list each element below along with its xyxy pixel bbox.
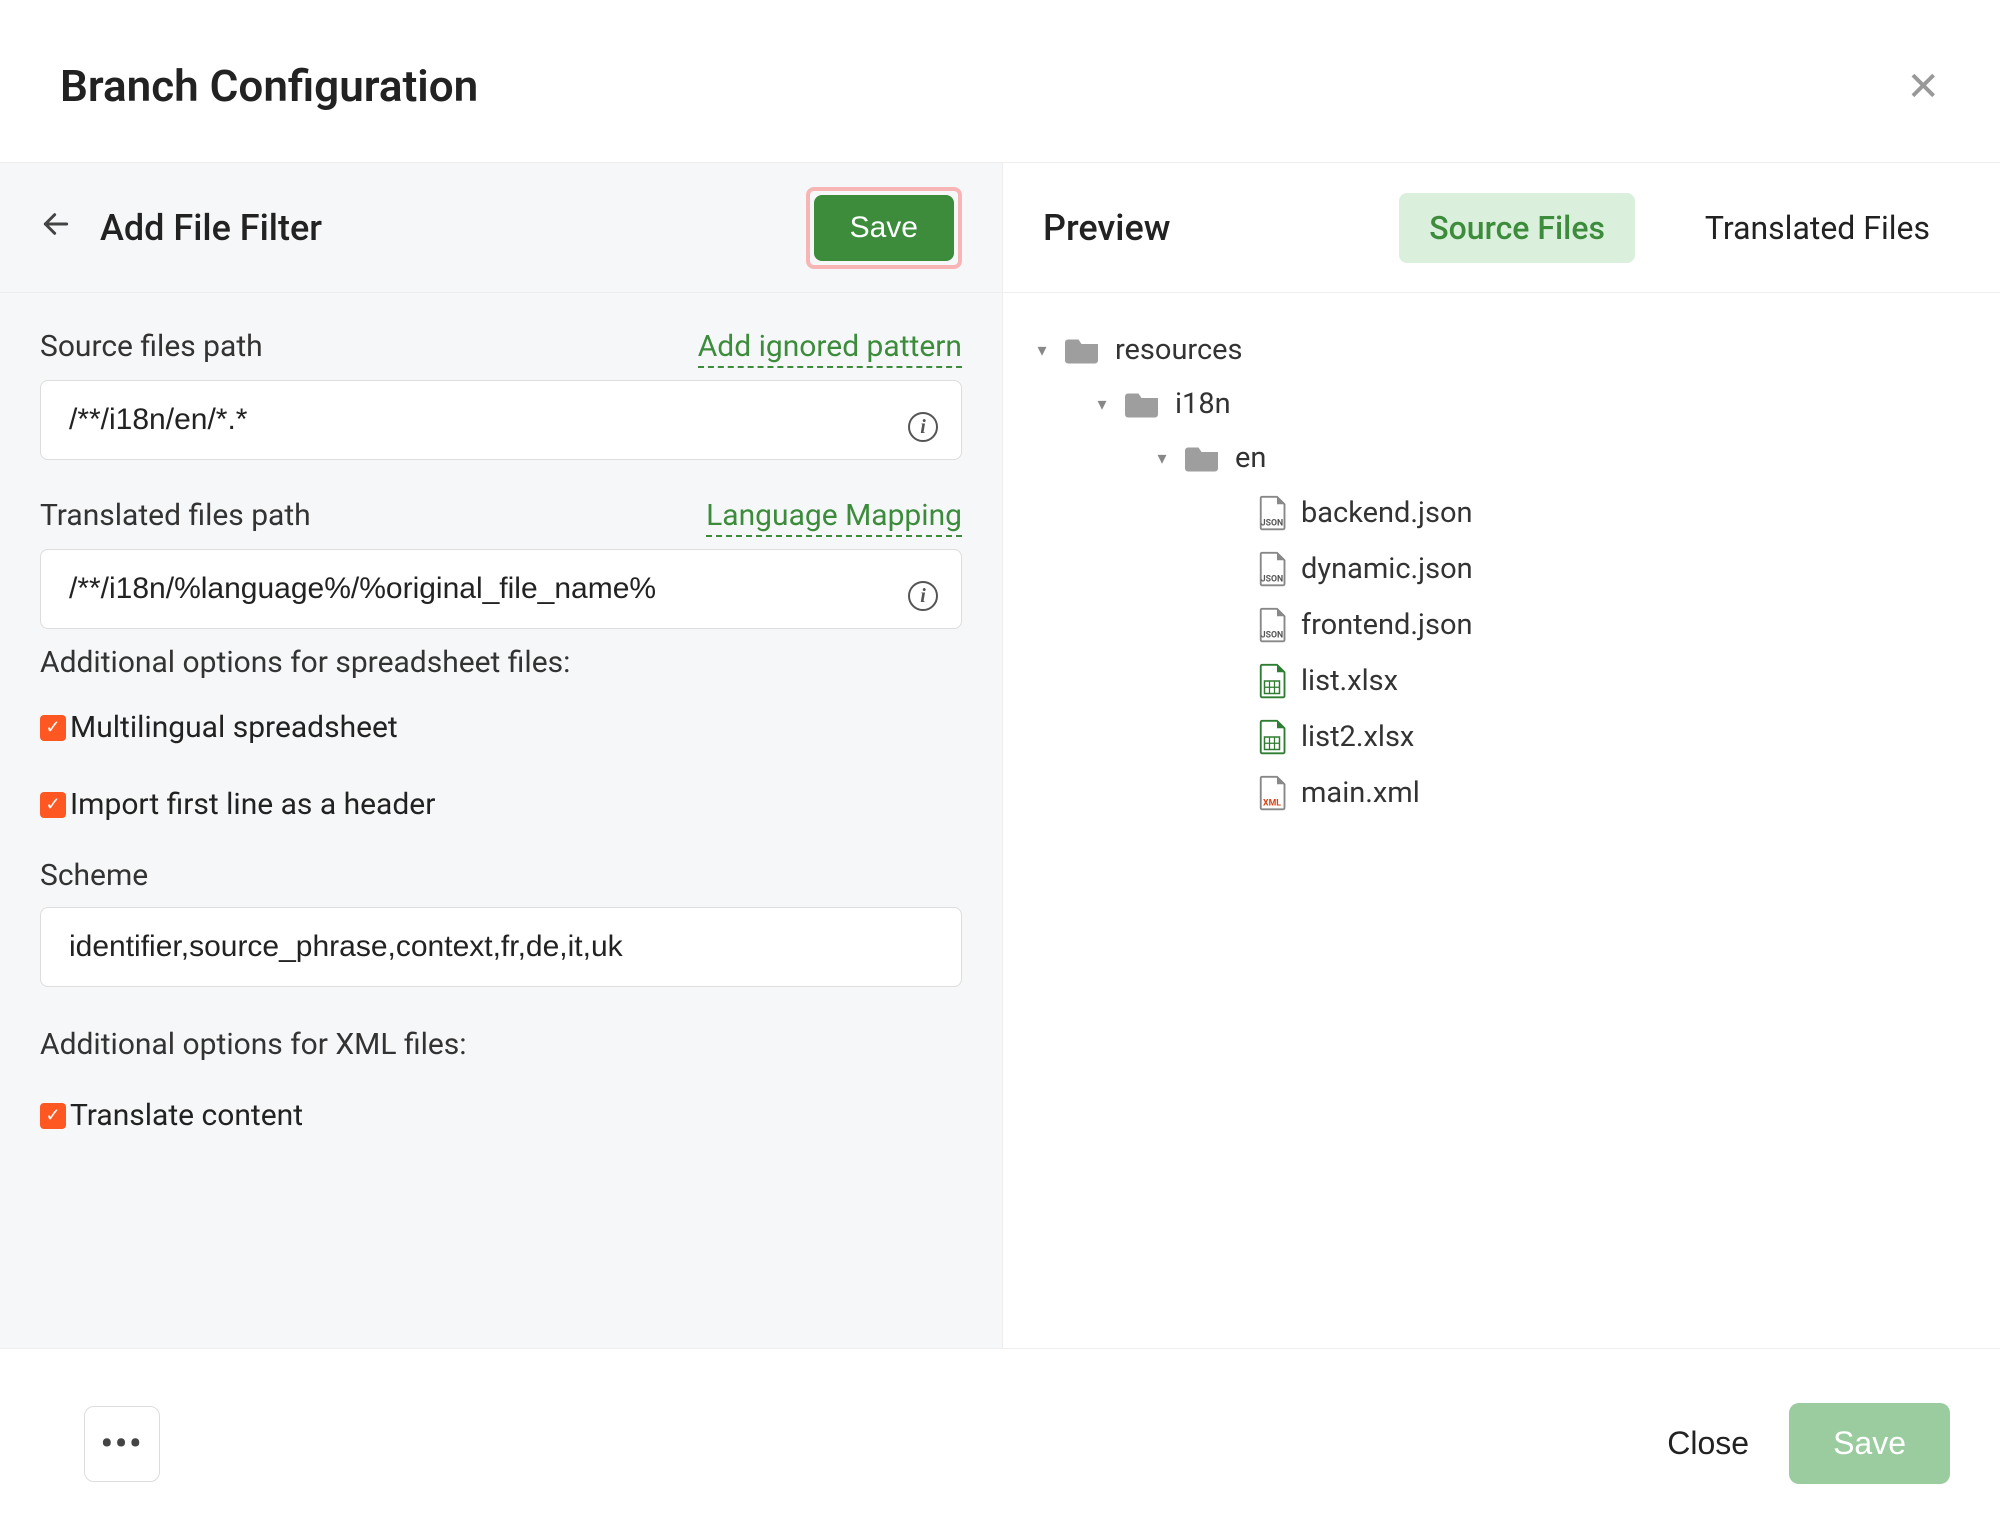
svg-text:JSON: JSON: [1261, 631, 1283, 641]
folder-icon: [1125, 389, 1161, 419]
translate-content-label: Translate content: [70, 1098, 303, 1133]
info-icon[interactable]: i: [908, 581, 938, 611]
tree-file-label[interactable]: frontend.json: [1301, 608, 1473, 642]
tree-folder-label[interactable]: resources: [1115, 333, 1243, 367]
more-options-button[interactable]: •••: [84, 1406, 160, 1482]
tree-file-label[interactable]: backend.json: [1301, 496, 1473, 530]
add-ignored-pattern-link[interactable]: Add ignored pattern: [698, 329, 962, 368]
xml-options-label: Additional options for XML files:: [40, 1027, 962, 1062]
source-path-label: Source files path: [40, 329, 263, 364]
json-file-icon: JSON: [1257, 607, 1287, 643]
spreadsheet-options-label: Additional options for spreadsheet files…: [40, 645, 962, 680]
folder-icon: [1185, 443, 1221, 473]
xlsx-file-icon: [1257, 663, 1287, 699]
tree-folder-label[interactable]: i18n: [1175, 387, 1231, 421]
xlsx-file-icon: [1257, 719, 1287, 755]
caret-icon[interactable]: ▾: [1153, 448, 1171, 469]
first-line-header-checkbox[interactable]: ✓: [40, 792, 66, 818]
translated-path-input[interactable]: [40, 549, 962, 629]
tab-translated-files[interactable]: Translated Files: [1675, 193, 1960, 263]
translated-path-label: Translated files path: [40, 498, 311, 533]
json-file-icon: JSON: [1257, 551, 1287, 587]
right-panel: Preview Source Files Translated Files ▾ …: [1003, 163, 2000, 1348]
first-line-header-label: Import first line as a header: [70, 787, 435, 822]
close-icon[interactable]: ✕: [1906, 63, 1940, 110]
source-path-input[interactable]: [40, 380, 962, 460]
left-panel: Add File Filter Save Source files path A…: [0, 163, 1003, 1348]
tree-folder-label[interactable]: en: [1235, 441, 1266, 475]
tree-file-label[interactable]: list2.xlsx: [1301, 720, 1414, 754]
svg-text:JSON: JSON: [1261, 519, 1283, 529]
file-tree: ▾ resources ▾ i18n ▾: [1003, 293, 2000, 1348]
xml-file-icon: XML: [1257, 775, 1287, 811]
language-mapping-link[interactable]: Language Mapping: [706, 498, 962, 537]
tree-file-label[interactable]: dynamic.json: [1301, 552, 1473, 586]
save-button[interactable]: Save: [1789, 1403, 1950, 1484]
tree-file-label[interactable]: list.xlsx: [1301, 664, 1398, 698]
tree-file-label[interactable]: main.xml: [1301, 776, 1420, 810]
caret-icon[interactable]: ▾: [1093, 394, 1111, 415]
modal-title: Branch Configuration: [60, 60, 478, 112]
json-file-icon: JSON: [1257, 495, 1287, 531]
back-arrow-icon[interactable]: [40, 207, 72, 249]
close-button[interactable]: Close: [1627, 1405, 1789, 1482]
save-button-highlight: Save: [806, 187, 962, 269]
multilingual-checkbox[interactable]: ✓: [40, 715, 66, 741]
folder-icon: [1065, 335, 1101, 365]
scheme-input[interactable]: [40, 907, 962, 987]
preview-title: Preview: [1043, 207, 1359, 249]
tab-source-files[interactable]: Source Files: [1399, 193, 1635, 263]
multilingual-label: Multilingual spreadsheet: [70, 710, 398, 745]
save-filter-button[interactable]: Save: [814, 195, 954, 261]
info-icon[interactable]: i: [908, 412, 938, 442]
translate-content-checkbox[interactable]: ✓: [40, 1103, 66, 1129]
caret-icon[interactable]: ▾: [1033, 340, 1051, 361]
left-panel-title: Add File Filter: [100, 207, 778, 249]
svg-text:XML: XML: [1263, 799, 1281, 809]
svg-text:JSON: JSON: [1261, 575, 1283, 585]
scheme-label: Scheme: [40, 858, 962, 893]
